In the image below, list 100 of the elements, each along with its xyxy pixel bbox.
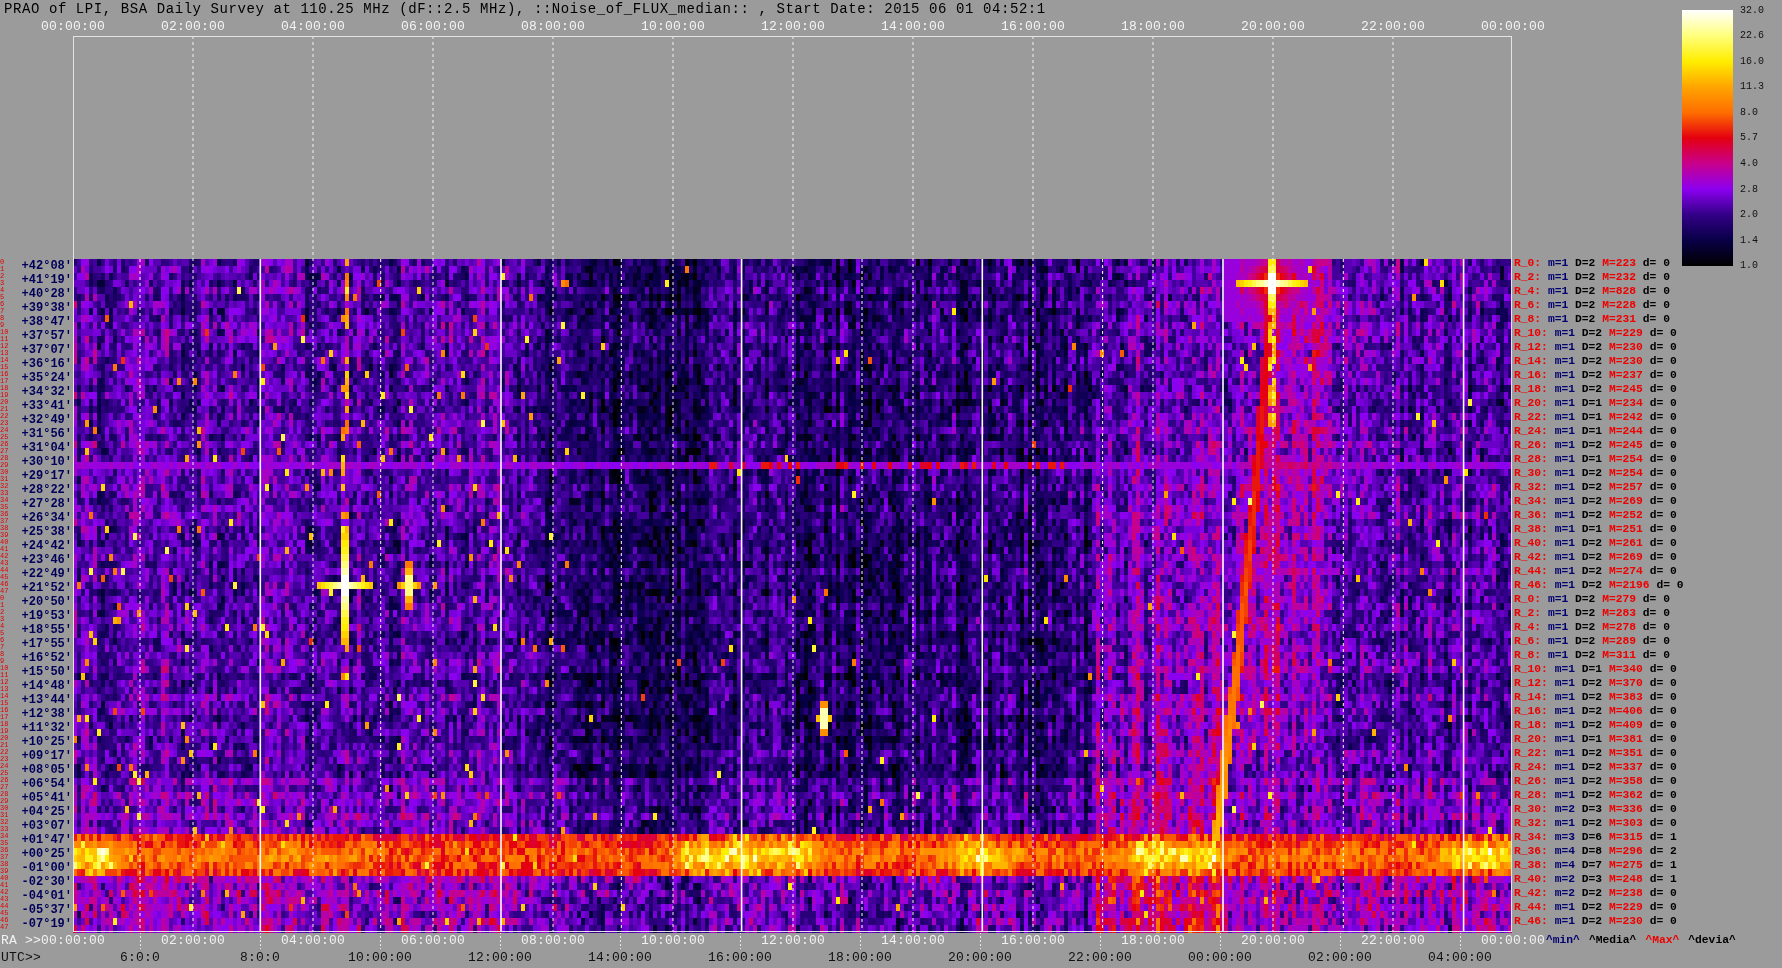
time-axis-label: 16:00:00 [1001,933,1065,948]
color-scale-label: 1.4 [1740,234,1758,246]
beam-stats-text: R_30: m=2 D=3 M=336 d= 0 [1514,803,1677,817]
time-axis-label: 00:00:00 [1481,19,1545,34]
beam-stats-text: R_46: m=1 D=2 M=230 d= 0 [1514,915,1677,929]
beam-stats-text: R_12: m=1 D=2 M=370 d= 0 [1514,676,1677,690]
declination-label: +15°50' [21,665,72,679]
time-axis-label: 18:00:00 [1121,19,1185,34]
declination-label: +24°42' [21,539,72,553]
declination-label: +42°08' [21,259,72,273]
time-axis-label: 08:00:00 [521,933,585,948]
declination-label: +34°32' [21,385,72,399]
beam-stats-text: R_42: m=2 D=2 M=238 d= 0 [1514,887,1677,901]
beam-stats-text: R_38: m=4 D=7 M=275 d= 1 [1514,859,1677,873]
color-scale-label: 8.0 [1740,106,1758,118]
axis-prefix-label: RA >> [1,933,41,948]
beam-stats-text: R_34: m=3 D=6 M=315 d= 1 [1514,831,1677,845]
beam-stats-text: R_8: m=1 D=2 M=311 d= 0 [1514,648,1670,662]
declination-label: +32°49' [21,413,72,427]
time-axis-label: 02:00:00 [161,19,225,34]
declination-label: +22°49' [21,567,72,581]
time-axis-label: 20:00:00 [1241,19,1305,34]
time-axis-label: 14:00:00 [881,19,945,34]
declination-label: +39°38' [21,301,72,315]
color-scale-label: 2.0 [1740,209,1758,221]
time-axis-label: 04:00:00 [281,19,345,34]
utc-time-label: 6:0:0 [120,950,160,965]
time-axis-label: 22:00:00 [1361,19,1425,34]
beam-stats-text: R_26: m=1 D=2 M=245 d= 0 [1514,438,1677,452]
beam-stats-text: R_36: m=1 D=2 M=252 d= 0 [1514,508,1677,522]
color-scale-label: 32.0 [1740,4,1764,16]
declination-label: +36°16' [21,357,72,371]
axis-prefix-label: UTC>> [1,950,41,965]
time-axis-label: 06:00:00 [401,19,465,34]
beam-stats-text: R_34: m=1 D=2 M=269 d= 0 [1514,494,1677,508]
time-axis-label: 02:00:00 [161,933,225,948]
time-axis-label: 08:00:00 [521,19,585,34]
utc-time-label: 22:00:00 [1068,950,1132,965]
beam-stats-text: R_46: m=1 D=2 M=2196 d= 0 [1514,578,1684,592]
declination-label: -04°01' [21,890,72,904]
color-scale-label: 22.6 [1740,30,1764,42]
beam-stats-text: R_22: m=1 D=2 M=351 d= 0 [1514,747,1677,761]
time-axis-label: 06:00:00 [401,933,465,948]
declination-label: +12°38' [21,708,72,721]
color-scale-label: 11.3 [1740,81,1764,93]
declination-label: +28°22' [21,483,72,497]
declination-label: +38°47' [21,315,72,329]
beam-stats-text: R_8: m=1 D=2 M=231 d= 0 [1514,312,1670,326]
time-axis-label: 12:00:00 [761,933,825,948]
declination-label: +20°50' [21,595,72,609]
declination-label: +05°41' [21,792,72,806]
beam-stats-text: R_16: m=1 D=2 M=406 d= 0 [1514,705,1677,718]
declination-label: +18°55' [21,623,72,637]
color-scale-label: 2.8 [1740,183,1758,195]
utc-time-label: 10:00:00 [348,950,412,965]
declination-label: -07°19' [21,918,72,932]
legend-label: ^devia^ [1688,933,1736,947]
declination-label: +26°34' [21,511,72,525]
utc-time-label: 18:00:00 [828,950,892,965]
legend-label: ^Media^ [1588,933,1637,947]
beam-stats-text: R_44: m=1 D=2 M=274 d= 0 [1514,564,1677,578]
declination-label: +23°46' [21,553,72,567]
beam-stats-text: R_18: m=1 D=2 M=409 d= 0 [1514,719,1677,732]
beam-stats-text: R_28: m=1 D=1 M=254 d= 0 [1514,452,1677,466]
declination-label: -01°00' [21,862,72,876]
beam-stats-text: R_4: m=1 D=2 M=278 d= 0 [1514,620,1670,634]
beam-stats-text: R_6: m=1 D=2 M=289 d= 0 [1514,634,1670,648]
declination-label: +17°55' [21,637,72,651]
declination-label: +37°07' [21,343,72,357]
declination-label: +10°25' [21,736,72,750]
utc-time-label: 14:00:00 [588,950,652,965]
declination-label: +31°04' [21,441,72,455]
declination-label: +16°52' [21,651,72,665]
utc-time-label: 16:00:00 [708,950,772,965]
beam-stats-text: R_32: m=1 D=2 M=257 d= 0 [1514,480,1677,494]
beam-stats-text: R_22: m=1 D=1 M=242 d= 0 [1514,410,1677,424]
declination-label: +40°28' [21,287,72,301]
color-scale-label: 16.0 [1740,55,1764,67]
beam-stats-text: R_18: m=1 D=2 M=245 d= 0 [1514,382,1677,396]
time-axis-label: 10:00:00 [641,933,705,948]
beam-stats-text: R_0: m=1 D=2 M=223 d= 0 [1514,256,1670,270]
utc-time-label: 04:00:00 [1428,950,1492,965]
beam-stats-text: R_0: m=1 D=2 M=279 d= 0 [1514,592,1670,606]
utc-time-label: 00:00:00 [1188,950,1252,965]
beam-stats-text: R_28: m=1 D=2 M=362 d= 0 [1514,789,1677,803]
time-axis-label: 14:00:00 [881,933,945,948]
declination-label: +09°17' [21,750,72,764]
declination-label: +29°17' [21,469,72,483]
beam-stats-text: R_20: m=1 D=1 M=381 d= 0 [1514,733,1677,747]
declination-label: +03°07' [21,820,72,834]
declination-label: -02°30' [21,876,72,890]
color-scale-label: 1.0 [1740,260,1758,272]
declination-label: +08°05' [21,764,72,778]
beam-stats-text: R_6: m=1 D=2 M=228 d= 0 [1514,298,1670,312]
time-axis-label: 22:00:00 [1361,933,1425,948]
beam-stats-text: R_24: m=1 D=1 M=244 d= 0 [1514,424,1677,438]
beam-stats-text: R_14: m=1 D=2 M=383 d= 0 [1514,691,1677,704]
beam-stats-text: R_32: m=1 D=2 M=303 d= 0 [1514,817,1677,831]
beam-stats-text: R_26: m=1 D=2 M=358 d= 0 [1514,775,1677,789]
utc-time-label: 8:0:0 [240,950,280,965]
